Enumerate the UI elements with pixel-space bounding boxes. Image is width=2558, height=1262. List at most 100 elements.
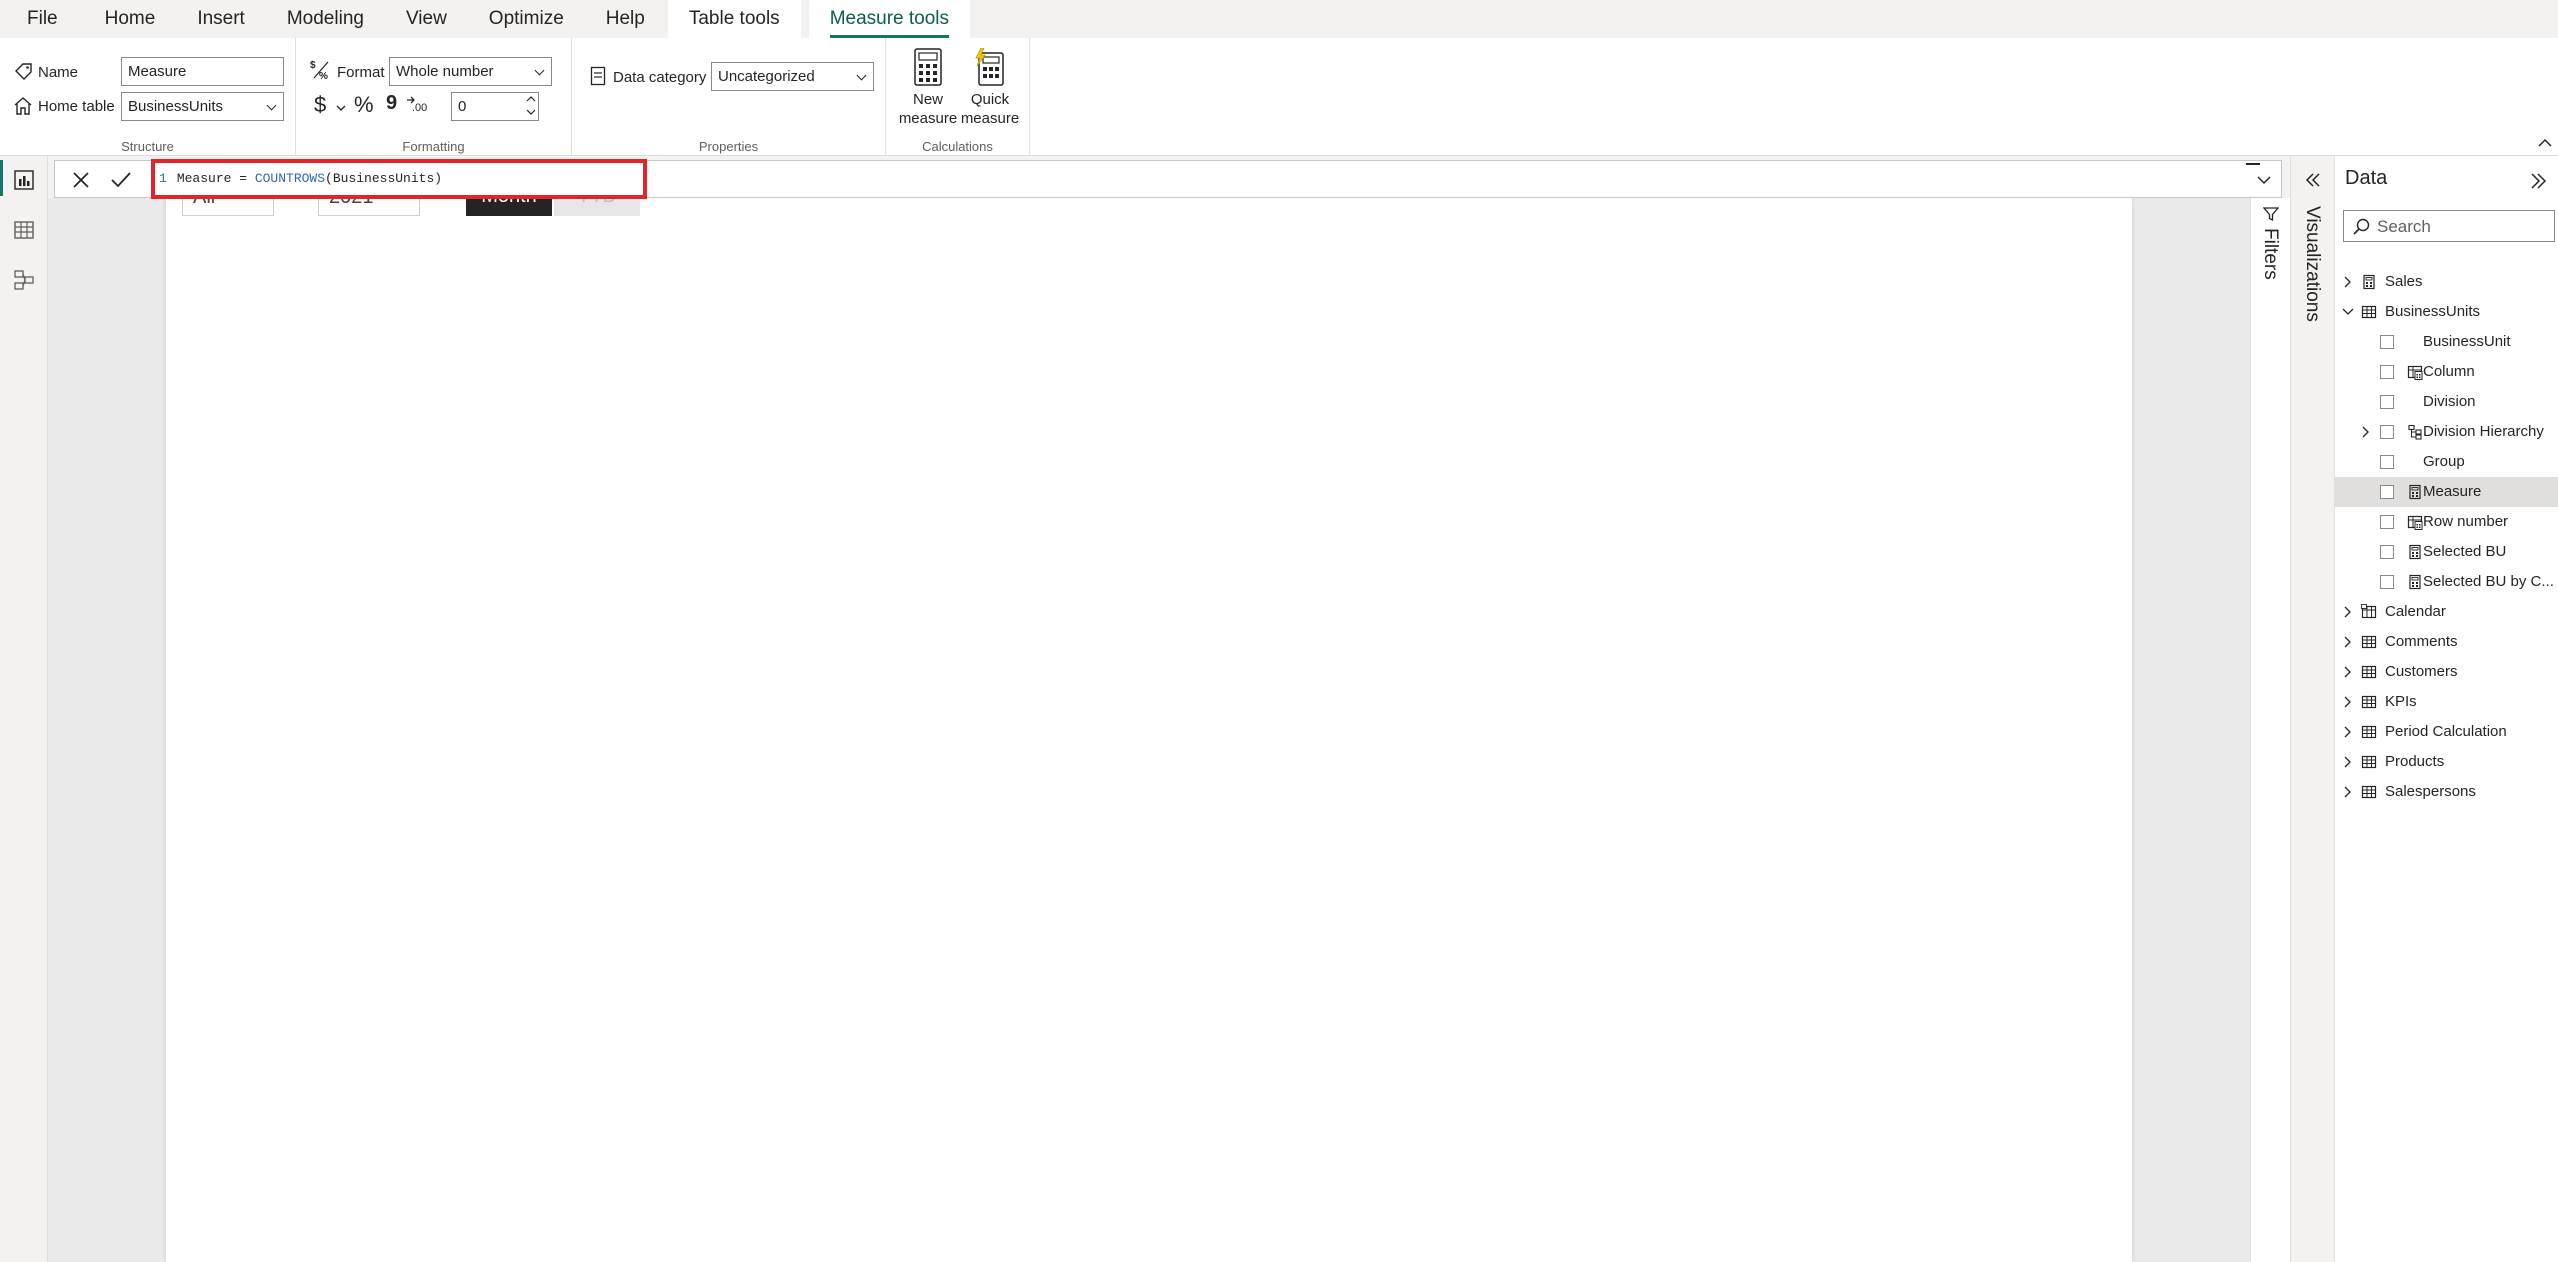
quick-measure-label-1: Quick <box>958 90 1022 109</box>
filters-label: Filters <box>2259 228 2281 280</box>
chevron-right-icon[interactable] <box>2341 785 2355 799</box>
menu-optimize[interactable]: Optimize <box>468 0 585 38</box>
quick-measure-button[interactable]: Quick measure <box>958 48 1022 128</box>
slicer-year[interactable]: 2021 <box>318 198 420 216</box>
data-field-row[interactable]: Selected BU <box>2335 537 2558 567</box>
home-table-label: Home table <box>38 98 115 115</box>
data-field-row[interactable]: Measure <box>2335 477 2558 507</box>
report-page[interactable]: All 2021 Month YTD <box>166 198 2132 1262</box>
home-table-select[interactable]: BusinessUnits <box>121 92 284 121</box>
format-select[interactable]: Whole number <box>389 57 552 86</box>
data-table-row[interactable]: KPIs <box>2335 687 2558 717</box>
data-field-row[interactable]: Division Hierarchy <box>2335 417 2558 447</box>
data-table-row[interactable]: Comments <box>2335 627 2558 657</box>
format-icon: $ % <box>310 58 332 80</box>
data-category-icon <box>590 66 606 86</box>
calculator-icon <box>913 48 943 86</box>
stepper-up-icon[interactable] <box>526 94 536 104</box>
menu-modeling[interactable]: Modeling <box>266 0 385 38</box>
data-table-row[interactable]: Salespersons <box>2335 777 2558 807</box>
chevron-right-icon[interactable] <box>2341 695 2355 709</box>
data-field-row[interactable]: Selected BU by C... <box>2335 567 2558 597</box>
field-checkbox[interactable] <box>2380 545 2394 559</box>
field-checkbox[interactable] <box>2380 365 2394 379</box>
field-checkbox[interactable] <box>2380 515 2394 529</box>
comma-button[interactable]: 9 <box>386 92 397 115</box>
chevron-right-icon[interactable] <box>2341 275 2355 289</box>
field-checkbox[interactable] <box>2380 485 2394 499</box>
expand-formula-icon[interactable] <box>2254 170 2274 190</box>
data-search-input[interactable]: Search <box>2343 210 2555 242</box>
formula-function: COUNTROWS <box>255 171 325 186</box>
menu-file[interactable]: File <box>0 0 84 38</box>
formula-measure-name: Measure = <box>177 171 255 186</box>
currency-button[interactable]: $ <box>314 92 326 118</box>
data-field-row[interactable]: Group <box>2335 447 2558 477</box>
expand-visualizations-icon[interactable] <box>2303 170 2323 190</box>
measure-icon <box>2407 574 2423 590</box>
percent-button[interactable]: % <box>354 92 374 118</box>
data-table-row[interactable]: Customers <box>2335 657 2558 687</box>
menu-home[interactable]: Home <box>84 0 177 38</box>
ytd-button[interactable]: YTD <box>554 198 640 216</box>
chevron-right-icon[interactable] <box>2341 755 2355 769</box>
data-table-row[interactable]: BusinessUnits <box>2335 297 2558 327</box>
visualizations-label: Visualizations <box>2301 206 2323 322</box>
chevron-right-icon[interactable] <box>2359 425 2373 439</box>
structure-group-label: Structure <box>0 139 295 154</box>
chevron-right-icon[interactable] <box>2341 725 2355 739</box>
chevron-right-icon[interactable] <box>2341 635 2355 649</box>
tree-item-label: Column <box>2423 357 2557 387</box>
data-field-row[interactable]: Row number <box>2335 507 2558 537</box>
collapse-ribbon-icon[interactable] <box>2537 136 2553 150</box>
formatting-group-label: Formatting <box>296 139 571 154</box>
properties-group: Data category Uncategorized Properties <box>572 38 886 156</box>
formatting-group: $ % Format Whole number $ % 9 .00 0 Form… <box>296 38 572 156</box>
month-button[interactable]: Month <box>466 198 552 216</box>
cancel-formula-icon[interactable] <box>69 168 93 192</box>
calculated-column-icon <box>2407 364 2423 380</box>
data-field-row[interactable]: Division <box>2335 387 2558 417</box>
data-field-row[interactable]: Column <box>2335 357 2558 387</box>
data-table-row[interactable]: Calendar <box>2335 597 2558 627</box>
stepper-down-icon[interactable] <box>526 107 536 117</box>
report-view-icon[interactable] <box>12 168 36 192</box>
search-placeholder: Search <box>2377 217 2431 237</box>
menu-help[interactable]: Help <box>585 0 666 38</box>
chevron-down-icon[interactable] <box>2341 305 2355 319</box>
menu-insert[interactable]: Insert <box>176 0 266 38</box>
formula-editor[interactable]: 1Measure = COUNTROWS(BusinessUnits) <box>151 159 647 199</box>
field-checkbox[interactable] <box>2380 425 2394 439</box>
chevron-right-icon[interactable] <box>2341 605 2355 619</box>
formula-bar-divider <box>2246 163 2260 165</box>
visualizations-pane-collapsed[interactable]: Visualizations <box>2290 156 2334 1262</box>
data-category-select[interactable]: Uncategorized <box>711 62 874 91</box>
menu-table-tools[interactable]: Table tools <box>668 0 801 38</box>
menu-measure-tools[interactable]: Measure tools <box>809 0 970 38</box>
collapse-data-pane-icon[interactable] <box>2527 170 2549 192</box>
field-checkbox[interactable] <box>2380 395 2394 409</box>
data-field-row[interactable]: BusinessUnit <box>2335 327 2558 357</box>
chevron-right-icon[interactable] <box>2341 665 2355 679</box>
decimal-places-icon[interactable]: .00 <box>406 94 428 116</box>
nav-active-indicator <box>0 160 3 196</box>
slicer-all[interactable]: All <box>182 198 274 216</box>
currency-dropdown-icon[interactable] <box>336 104 346 112</box>
name-field[interactable]: Measure <box>121 57 284 86</box>
search-icon <box>2353 218 2370 235</box>
data-table-row[interactable]: Sales <box>2335 267 2558 297</box>
menu-view[interactable]: View <box>385 0 468 38</box>
field-checkbox[interactable] <box>2380 455 2394 469</box>
tree-item-label: Group <box>2423 447 2557 477</box>
filters-pane-collapsed[interactable]: Filters <box>2250 198 2290 1262</box>
svg-text:$: $ <box>310 60 316 71</box>
data-table-row[interactable]: Products <box>2335 747 2558 777</box>
field-checkbox[interactable] <box>2380 575 2394 589</box>
field-checkbox[interactable] <box>2380 335 2394 349</box>
commit-formula-icon[interactable] <box>109 168 133 192</box>
new-measure-button[interactable]: New measure <box>898 48 958 128</box>
calculations-group: New measure Quick measure Calculations <box>886 38 1030 156</box>
table-view-icon[interactable] <box>12 218 36 242</box>
data-table-row[interactable]: Period Calculation <box>2335 717 2558 747</box>
model-view-icon[interactable] <box>12 268 36 292</box>
